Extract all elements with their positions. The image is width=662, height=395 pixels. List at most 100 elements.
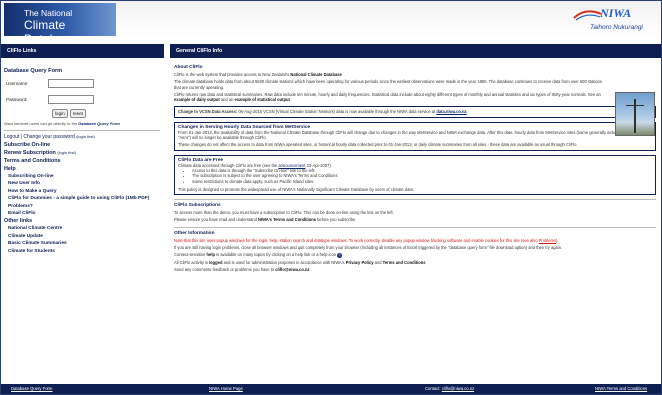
- logging-mid: and is used for administration purposes …: [223, 259, 345, 265]
- password-input[interactable]: [48, 94, 94, 104]
- site-brand[interactable]: The National Climate Database: [4, 3, 116, 46]
- subscriptions-title: CliFlo Subscriptions: [174, 203, 221, 209]
- popup-warning: Note that this site uses popup windows f…: [174, 238, 656, 243]
- free-data-notice: CliFlo Data are Free Climate data access…: [174, 154, 656, 196]
- general-info-panel: General CliFlo Info About CliFlo CliFlo …: [170, 44, 661, 382]
- username-input[interactable]: [48, 78, 94, 88]
- popup-warning-text: Note that this site uses popup windows f…: [174, 237, 538, 243]
- help-heading: Help: [4, 166, 16, 172]
- feedback-text: Send any comments feedback or problems y…: [174, 266, 275, 272]
- form-heading: Database Query Form: [4, 68, 63, 74]
- logging-paragraph: All CliFlo activity is logged and is use…: [174, 260, 656, 265]
- vcsn-line: Change to VCSN Data Access: 06-Aug-2015 …: [178, 109, 652, 114]
- help-how-to-query[interactable]: How to Make a Query: [4, 188, 160, 195]
- free-data-paragraph-2: This policy is designed to promote the w…: [178, 186, 414, 192]
- login-problems-paragraph: If you are still having login problems, …: [174, 245, 563, 251]
- username-row: Username:: [4, 76, 160, 90]
- footer-niwa-home-link[interactable]: NIWA Home Page: [209, 384, 243, 394]
- other-links-heading: Other links: [4, 218, 33, 225]
- daily-output-example-link[interactable]: example of daily output: [174, 97, 220, 102]
- help-icon[interactable]: ?: [337, 253, 342, 258]
- password-label: Password:: [6, 96, 28, 102]
- logging-text: All CliFlo activity is: [174, 259, 208, 265]
- footer-terms-link[interactable]: NIWA Terms and Conditions: [595, 384, 647, 394]
- nav-renew-subscription[interactable]: Renew Subscription (login first): [4, 149, 160, 157]
- feedback-email-link[interactable]: cliflo@niwa.co.nz: [275, 267, 309, 272]
- vcsn-notice: Change to VCSN Data Access: 06-Aug-2015 …: [174, 106, 656, 118]
- footer-query-form-link[interactable]: Database Query Form: [11, 384, 52, 394]
- hint-link[interactable]: Database Query Form: [78, 121, 120, 126]
- brand-small-text: The National: [24, 8, 73, 18]
- about-paragraph-1: CliFlo is the web system that provides a…: [174, 72, 609, 77]
- link-climate-update[interactable]: Climate Update: [4, 233, 160, 240]
- other-info-title: Other Information: [174, 230, 215, 236]
- logout-link[interactable]: Logout | Change your password (login fir…: [4, 133, 160, 141]
- about-p3-mid: and an: [220, 97, 234, 103]
- niwa-logo-text: NIWA: [600, 6, 632, 20]
- free-data-bullets: Access to this data is through the "Subs…: [178, 168, 652, 184]
- link-basic-climate-summaries[interactable]: Basic Climate Summaries: [4, 240, 160, 247]
- divider: [4, 130, 160, 131]
- footer-contact: Contact: cliflo@niwa.co.nz: [425, 384, 474, 394]
- help-p-text: Context-sensitive: [174, 252, 206, 258]
- login-button[interactable]: login: [52, 109, 68, 118]
- nav-renew-subscription-label: Renew Subscription: [4, 150, 56, 156]
- left-panel-title: CliFlo Links: [1, 44, 164, 58]
- help-subscribing-online[interactable]: Subscribing On-line: [4, 173, 160, 180]
- intranet-hint: Niwa intr/knet users can go directly to …: [4, 121, 160, 126]
- help-problems[interactable]: Problems?: [4, 203, 160, 210]
- password-row: Password:: [4, 92, 160, 106]
- terms-link[interactable]: NIWA's Terms and Conditions: [258, 217, 316, 222]
- help-p-bold: help: [206, 252, 215, 258]
- privacy-policy-link[interactable]: Privacy Policy: [346, 260, 374, 265]
- hint-text: Niwa intr/knet users can go directly to …: [4, 121, 78, 126]
- vcsn-bold: Change to VCSN Data Access:: [178, 109, 238, 115]
- subs-p2-text: Please ensure you have read and understa…: [174, 217, 257, 223]
- nav-renew-subscription-note: (login first): [57, 150, 76, 155]
- statistical-output-example-link[interactable]: example of statistical output: [235, 97, 290, 102]
- cliflo-links-panel: CliFlo Links Database Query Form Usernam…: [1, 44, 164, 382]
- reset-button[interactable]: reset: [69, 109, 86, 118]
- announcement-link[interactable]: announcement: [278, 163, 305, 168]
- site-header: The National Climate Database NIWA Taiho…: [1, 1, 661, 46]
- niwa-swoosh-icon: [573, 10, 602, 21]
- help-cliflo-for-dummies[interactable]: CliFlo for Dummies - a simple guide to u…: [4, 195, 160, 202]
- right-panel-title: General CliFlo Info: [170, 44, 661, 58]
- niwa-logo-subtext: Taihoro Nukurangi: [590, 24, 643, 31]
- about-p1-bold: National Climate Database: [290, 72, 342, 77]
- logout-link-label: Logout | Change your password: [4, 134, 75, 140]
- problems-link[interactable]: Problems: [539, 238, 556, 243]
- login-buttons: login reset: [4, 109, 160, 118]
- about-title: About CliFlo: [174, 65, 203, 70]
- free-p1-post: 23-Apr-2007).: [306, 162, 332, 168]
- popup-warning-post: ).: [555, 237, 559, 243]
- help-p-post: is available on many topics by clicking …: [216, 252, 337, 258]
- help-new-user-info[interactable]: New User Info: [4, 180, 160, 187]
- logout-link-note: (login first): [76, 134, 95, 139]
- help-paragraph: Context-sensitive help is available on m…: [174, 252, 656, 258]
- nav-subscribe-online[interactable]: Subscribe On-line: [4, 141, 160, 149]
- niwa-logo[interactable]: NIWA Taihoro Nukurangi: [572, 3, 655, 37]
- help-email-cliflo[interactable]: Email CliFlo: [4, 210, 160, 217]
- about-p1-text: CliFlo is the web system that provides a…: [174, 72, 290, 77]
- subscriptions-paragraph-1: To access more than the demo, you must h…: [174, 210, 394, 216]
- nav-subscribe-online-label: Subscribe On-line: [4, 142, 51, 148]
- divider: [174, 199, 656, 201]
- terms-conditions-link[interactable]: Terms and Conditions: [383, 260, 426, 265]
- subs-p2-post: before you subscribe.: [317, 217, 357, 223]
- weather-station-photo: [615, 92, 655, 136]
- username-label: Username:: [6, 80, 29, 86]
- brand-large-text: Climate Database: [24, 18, 77, 46]
- about-paragraph-2: The climate database holds data from abo…: [174, 79, 602, 90]
- link-national-climate-centre[interactable]: National Climate Centre: [4, 225, 160, 232]
- logging-and: and: [374, 259, 382, 265]
- link-climate-for-students[interactable]: Climate for Students: [4, 248, 160, 255]
- footer-contact-label: Contact:: [425, 386, 441, 391]
- metservice-paragraph-2: These changes do not affect the access t…: [178, 142, 578, 148]
- metservice-notice: Changes in Serving Hourly Data Sourced f…: [174, 121, 656, 151]
- data-niwa-link[interactable]: data.niwa.co.nz: [436, 109, 466, 114]
- nav-terms-conditions[interactable]: Terms and Conditions: [4, 157, 160, 165]
- site-footer: Database Query Form NIWA Home Page Conta…: [1, 384, 661, 394]
- footer-contact-email[interactable]: cliflo@niwa.co.nz: [442, 386, 474, 391]
- subscriptions-paragraph-2: Please ensure you have read and understa…: [174, 217, 656, 222]
